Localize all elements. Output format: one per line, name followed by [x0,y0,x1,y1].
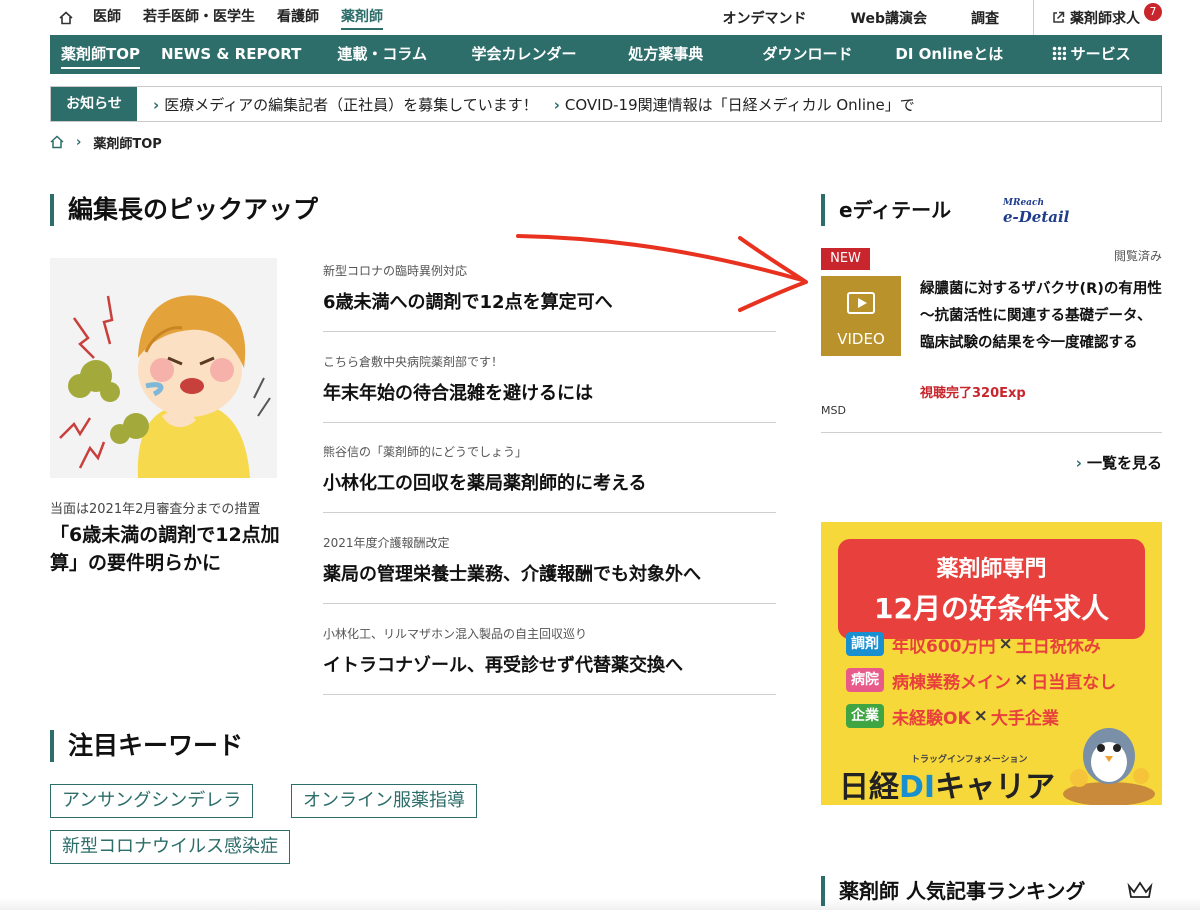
divider [821,432,1162,433]
article-item[interactable]: 小林化工、リルマザホン混入製品の自主回収巡り イトラコナゾール、再受診せず代替薬… [323,625,776,695]
crown-icon [1127,881,1153,898]
times-mark: × [998,634,1013,654]
view-list-label: 一覧を見る [1086,454,1162,472]
video-label: VIDEO [837,330,885,348]
chevron-right-icon: › [153,95,160,114]
pickup-section-title: 編集長のピックアップ [50,194,318,226]
external-link-icon [1053,11,1065,23]
annotation-arrow [516,234,808,312]
article-category: 2021年度介護報酬改定 [323,536,450,550]
keyword-tag[interactable]: 新型コロナウイルス感染症 [50,830,290,864]
top-link-doctor[interactable]: 医師 [82,0,132,35]
home-icon[interactable] [50,0,82,35]
article-headline[interactable]: 小林化工の回収を薬局薬剤師的に考える [323,469,776,495]
article-category: 熊谷信の「薬剤師的にどうでしょう」 [323,445,528,459]
article-headline[interactable]: イトラコナゾール、再受診せず代替薬交換へ [323,651,776,677]
nav-download[interactable]: ダウンロード [737,35,879,74]
notice-item-text: 医療メディアの編集記者（正社員）を募集しています！ [164,95,538,114]
article-headline[interactable]: 年末年始の待合混雑を避けるには [323,379,776,405]
nav-about-di-online[interactable]: DI Onlineとは [878,35,1020,74]
jobs-count-badge: 7 [1144,2,1162,21]
edetail-company: MSD [821,404,846,417]
play-icon [847,292,875,314]
brand-part-di: DI [899,770,936,805]
top-link-young-doctor[interactable]: 若手医師・医学生 [132,0,266,35]
banner-brand: 日経DIキャリア [839,762,1055,805]
top-bar: 医師 若手医師・医学生 看護師 薬剤師 オンデマンド Web講演会 調査 薬剤師… [50,0,1162,35]
article-category: 小林化工、リルマザホン混入製品の自主回収巡り [323,627,588,641]
nav-news-report[interactable]: NEWS & REPORT [151,35,311,74]
feature-headline[interactable]: 「6歳未満の調剤で12点加算」の要件明らかに [50,521,300,577]
banner-row-a: 病棟業務メイン [892,672,1011,693]
article-headline[interactable]: 薬局の管理栄養士業務、介護報酬でも対象外へ [323,560,776,586]
top-link-pharmacist[interactable]: 薬剤師 [330,0,394,35]
top-link-web-lecture[interactable]: Web講演会 [829,8,949,28]
nav-pharmacist-top-label: 薬剤師TOP [61,45,140,69]
home-icon[interactable] [50,135,64,149]
keywords-section-title: 注目キーワード [50,730,243,762]
banner-line1: 薬剤師専門 [936,557,1047,582]
chevron-right-icon: › [553,95,560,114]
banner-row-b: 日当直なし [1031,672,1117,693]
times-mark: × [1014,670,1029,690]
article-item[interactable]: 2021年度介護報酬改定 薬局の管理栄養士業務、介護報酬でも対象外へ [323,534,776,604]
banner-row-a: 年収600万円 [892,636,996,657]
feature-caption: 当面は2021年2月審査分までの措置 [50,502,261,517]
view-list-link[interactable]: › 一覧を見る [1076,452,1162,473]
edetail-exp: 視聴完了320Exp [920,386,1026,401]
career-banner[interactable]: 薬剤師専門 12月の好条件求人 調剤 年収600万円 × 土日祝休み 病院 病棟業務… [821,522,1162,805]
times-mark: × [973,706,988,726]
chevron-right-icon: › [76,134,82,150]
article-item[interactable]: こちら倉敷中央病院薬剤部です！ 年末年始の待合混雑を避けるには [323,353,776,423]
nav-pharmacist-top[interactable]: 薬剤師TOP [50,35,151,74]
page-bottom-shadow [0,898,1200,910]
main-nav: 薬剤師TOP NEWS & REPORT 連載・コラム 学会カレンダー 処方薬事… [50,35,1162,74]
banner-tag: 企業 [846,704,884,728]
top-link-ondemand[interactable]: オンデマンド [701,8,829,28]
notice-bar: お知らせ › 医療メディアの編集記者（正社員）を募集しています！ › COVID-1… [50,86,1162,122]
banner-row-a: 未経験OK [892,708,971,729]
banner-row: 調剤 年収600万円 × 土日祝休み [846,631,1101,657]
edetail-headline[interactable]: 緑膿菌に対するザバクサ(R)の有用性 〜抗菌活性に関連する基礎データ、臨床試験の… [920,276,1162,357]
edetail-logo-text: e-Detail [1003,208,1070,226]
notice-item-covid[interactable]: › COVID-19関連情報は「日経メディカル Online」で [554,94,915,115]
notice-item-recruit[interactable]: › 医療メディアの編集記者（正社員）を募集しています！ [153,94,538,115]
top-link-survey[interactable]: 調査 [949,8,1033,28]
feature-illustration[interactable] [50,258,277,478]
banner-row: 企業 未経験OK × 大手企業 [846,703,1059,729]
chevron-right-icon: › [1075,454,1082,472]
top-link-nurse[interactable]: 看護師 [266,0,330,35]
nav-conference-calendar[interactable]: 学会カレンダー [453,35,595,74]
keyword-tag[interactable]: アンサングシンデレラ [50,784,254,818]
nav-drug-dictionary[interactable]: 処方薬事典 [595,35,737,74]
notice-item-text: COVID-19関連情報は「日経メディカル Online」で [564,95,915,114]
brand-part-a: 日経 [839,770,899,805]
breadcrumb: › 薬剤師TOP [50,132,162,152]
banner-line2: 12月の好条件求人 [874,592,1109,625]
nav-services[interactable]: サービス [1020,35,1162,74]
banner-row-b: 土日祝休み [1015,636,1101,657]
banner-headline-box: 薬剤師専門 12月の好条件求人 [838,539,1145,639]
notice-label: お知らせ [51,87,137,121]
keyword-tag[interactable]: オンライン服薬指導 [291,784,477,818]
nav-services-label: サービス [1070,45,1131,63]
article-item[interactable]: 熊谷信の「薬剤師的にどうでしょう」 小林化工の回収を薬局薬剤師的に考える [323,443,776,513]
pharmacist-jobs-link[interactable]: 薬剤師求人 7 [1033,0,1162,35]
breadcrumb-current: 薬剤師TOP [93,136,162,152]
edetail-section-title: eディテール [821,194,951,226]
top-link-pharmacist-label: 薬剤師 [341,9,383,30]
mascot-illustration [1063,728,1155,805]
article-category: こちら倉敷中央病院薬剤部です！ [323,355,504,369]
banner-tag: 調剤 [846,632,884,656]
grid-icon [1051,46,1066,60]
jobs-label: 薬剤師求人 [1070,10,1140,27]
mreach-logo: MReach e-Detail [1003,196,1070,226]
brand-part-c: キャリア [935,770,1056,805]
banner-row-b: 大手企業 [990,708,1059,729]
banner-row: 病院 病棟業務メイン × 日当直なし [846,667,1116,693]
nav-series-column[interactable]: 連載・コラム [311,35,453,74]
viewed-label: 閲覧済み [1113,249,1162,263]
banner-tag: 病院 [846,668,884,692]
video-thumbnail[interactable]: VIDEO [821,276,901,356]
